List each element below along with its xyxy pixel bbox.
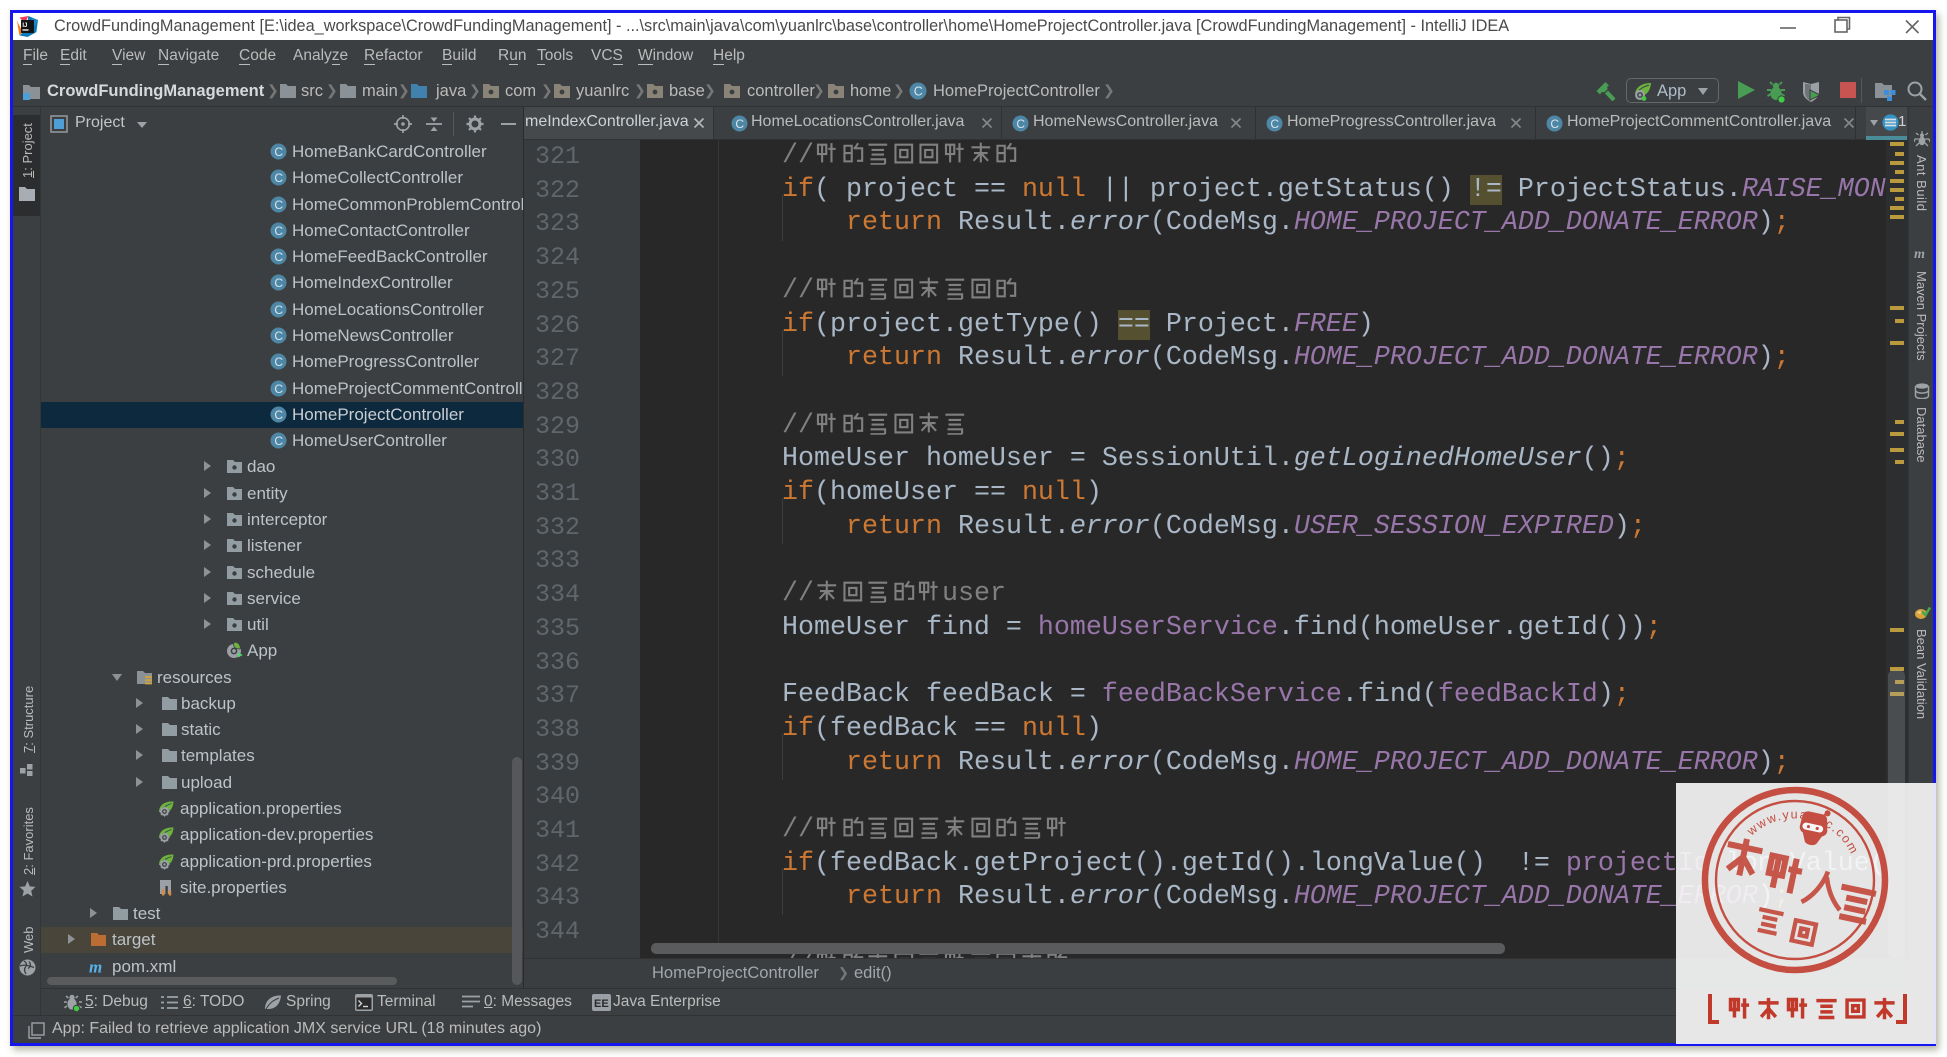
svg-text:IJ: IJ bbox=[22, 23, 27, 29]
svg-text:m: m bbox=[1914, 246, 1925, 261]
svg-text:C: C bbox=[914, 85, 923, 99]
svg-text:m: m bbox=[89, 958, 102, 975]
svg-text:EE: EE bbox=[594, 998, 609, 1010]
